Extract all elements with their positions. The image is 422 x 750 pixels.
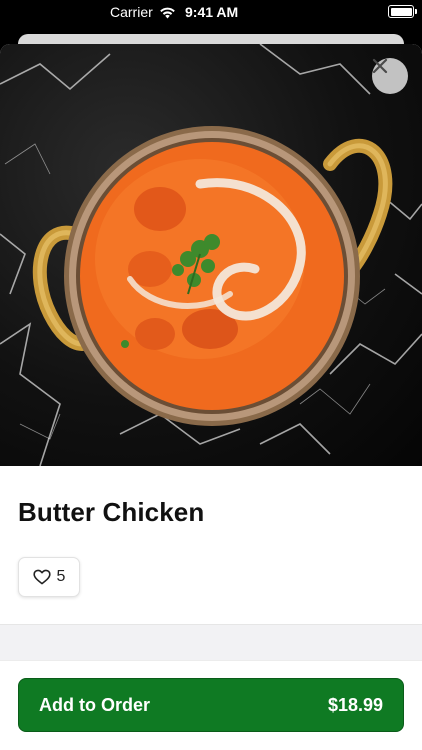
section-divider xyxy=(0,624,422,660)
app-screen: Carrier 9:41 AM Butter Chicken 5 Add to … xyxy=(0,0,422,750)
status-left: Carrier xyxy=(110,4,176,20)
add-to-order-button[interactable]: Add to Order $18.99 xyxy=(18,678,404,732)
item-detail-sheet: Butter Chicken 5 Add to Order $18.99 xyxy=(0,44,422,750)
like-button[interactable]: 5 xyxy=(18,557,80,597)
food-illustration xyxy=(0,44,422,466)
heart-outline-icon xyxy=(32,569,51,585)
close-button[interactable] xyxy=(372,58,408,94)
add-to-order-label: Add to Order xyxy=(39,694,150,715)
battery-icon xyxy=(388,5,417,18)
close-icon xyxy=(372,58,388,74)
item-title: Butter Chicken xyxy=(18,497,205,527)
like-count: 5 xyxy=(56,568,66,585)
wifi-icon xyxy=(159,7,175,18)
price-label: $18.99 xyxy=(327,694,383,715)
food-photo xyxy=(0,44,422,466)
footer-divider xyxy=(0,660,422,661)
status-time: 9:41 AM xyxy=(185,4,239,20)
status-bar: Carrier 9:41 AM xyxy=(0,0,422,26)
carrier-label: Carrier xyxy=(110,4,153,20)
